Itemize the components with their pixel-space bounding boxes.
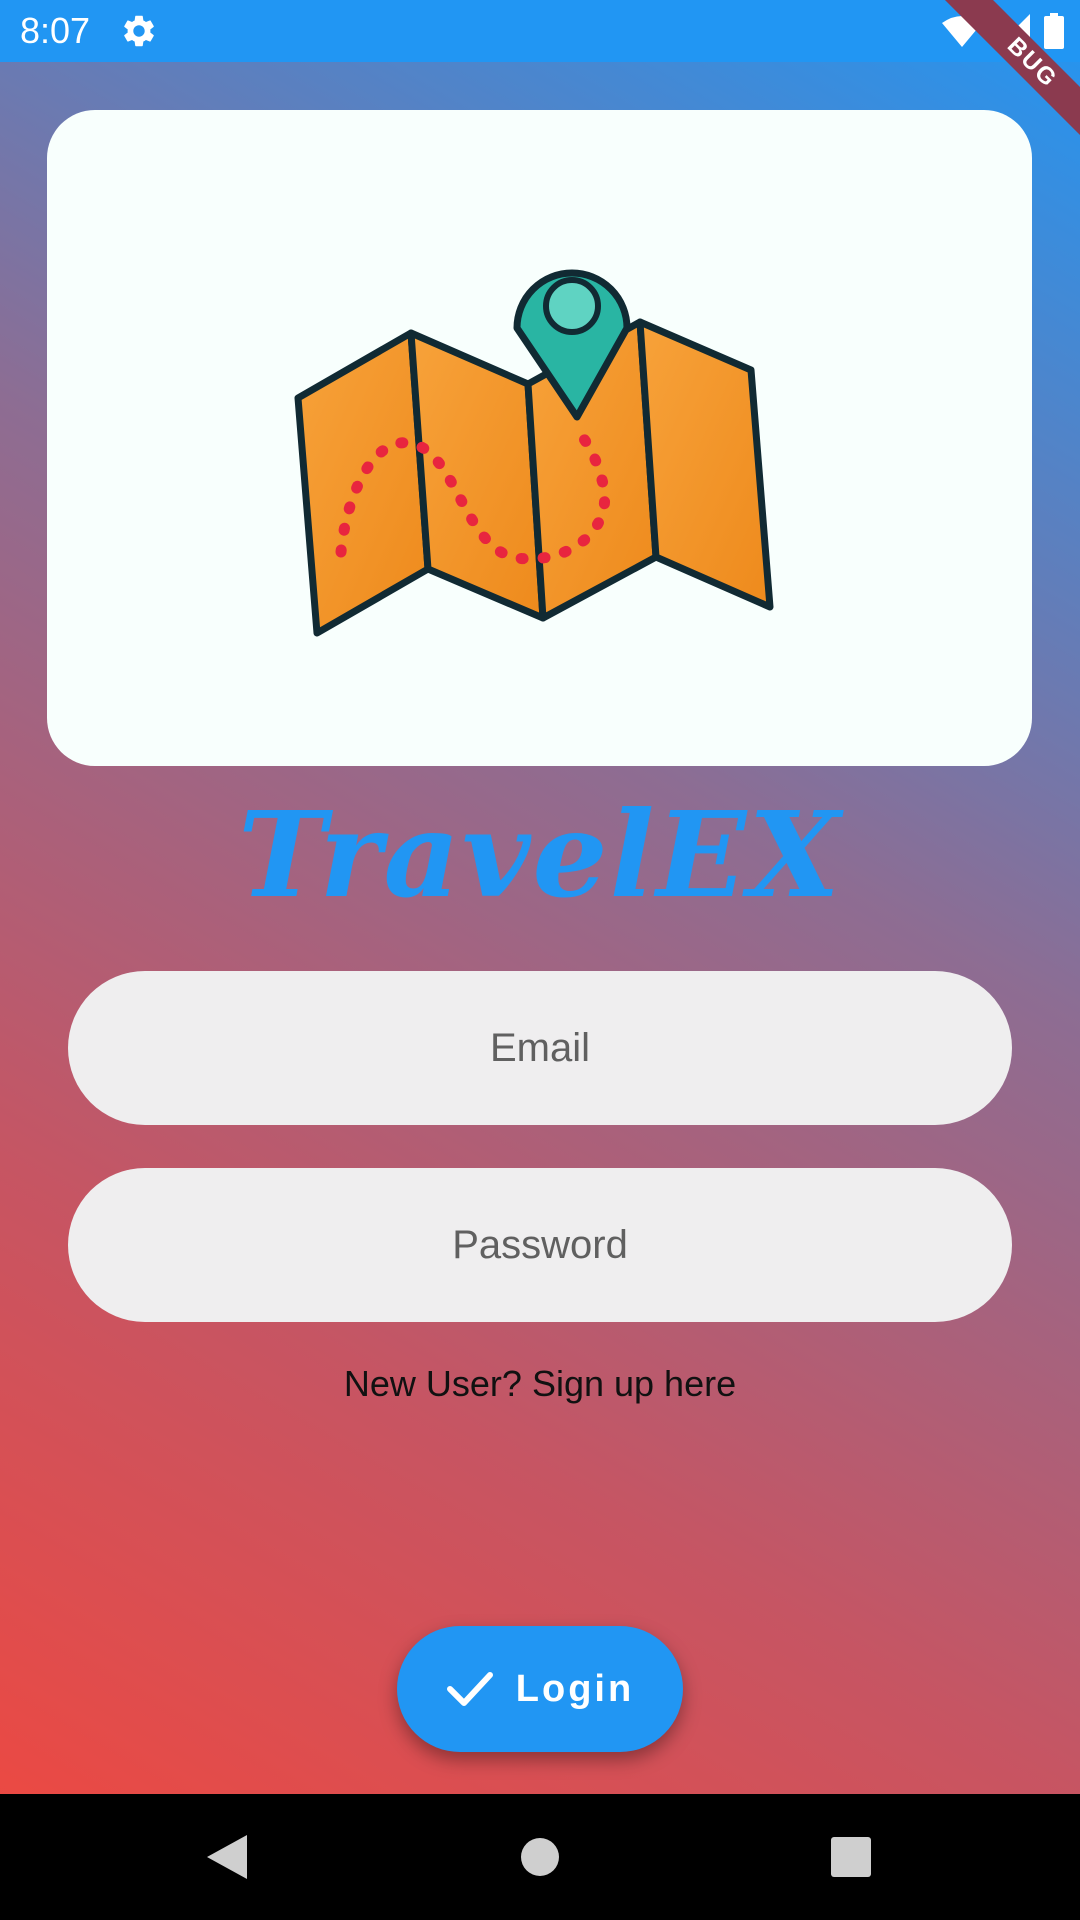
recents-icon[interactable] xyxy=(830,1832,872,1882)
gear-icon xyxy=(124,15,154,47)
battery-icon xyxy=(1044,13,1064,49)
email-field[interactable] xyxy=(68,971,1012,1125)
map-illustration xyxy=(294,269,774,637)
check-icon xyxy=(446,1672,493,1706)
login-button-label: Login xyxy=(515,1667,635,1710)
login-button[interactable]: Login xyxy=(397,1626,683,1752)
back-icon[interactable] xyxy=(205,1832,249,1882)
status-time: 8:07 xyxy=(20,10,91,51)
signup-link[interactable]: New User? Sign up here xyxy=(0,1363,1080,1405)
home-icon[interactable] xyxy=(520,1832,560,1882)
navigation-bar xyxy=(0,1794,1080,1920)
screen: 8:07 BUG TravelEX Email New User? Sign u… xyxy=(0,0,1080,1920)
status-bar: 8:07 xyxy=(0,0,1080,62)
app-title: TravelEX xyxy=(238,785,842,924)
hero-card xyxy=(47,110,1032,766)
password-field[interactable] xyxy=(68,1168,1012,1322)
